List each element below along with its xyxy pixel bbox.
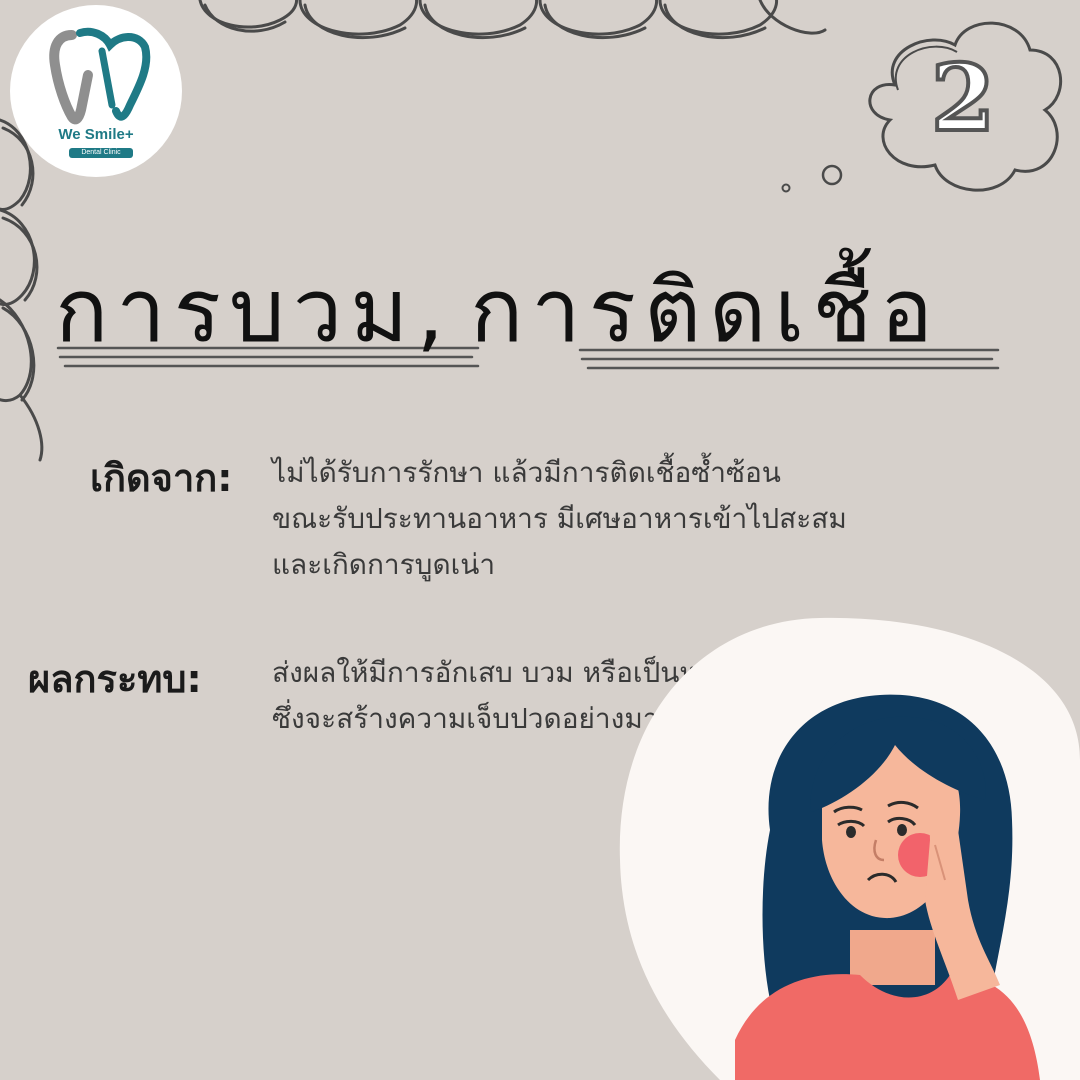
page: We Smile+ Dental Clinic 2 การบวม, การติด…	[0, 0, 1080, 1080]
woman-toothache-icon	[619, 617, 1080, 1080]
